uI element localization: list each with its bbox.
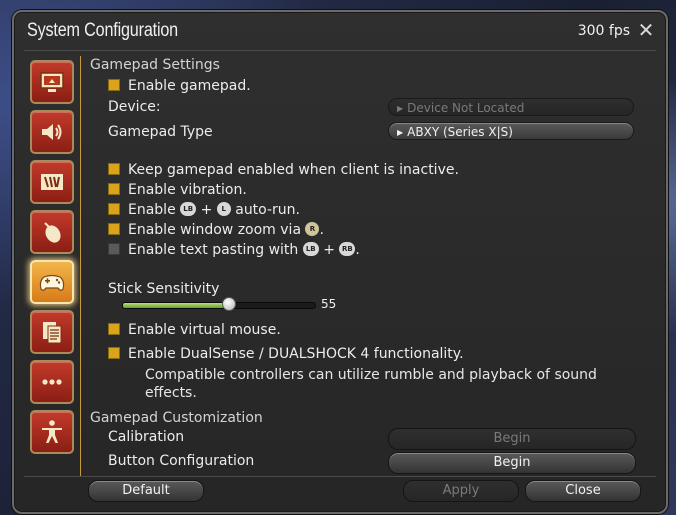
dualsense-note: Compatible controllers can utilize rumbl… xyxy=(145,367,597,401)
monitor-icon xyxy=(40,72,64,92)
sidebar-item-mouse[interactable] xyxy=(30,210,74,254)
gamepad-type-label: Gamepad Type xyxy=(108,124,213,140)
stick-sensitivity-label: Stick Sensitivity xyxy=(108,281,220,297)
dropdown-arrow-icon: ▶ xyxy=(397,104,404,113)
vibration-row[interactable]: Enable vibration. xyxy=(108,182,247,198)
gamepad-settings-heading: Gamepad Settings xyxy=(90,57,220,73)
keep-enabled-checkbox[interactable] xyxy=(108,163,120,175)
sidebar-item-accessibility[interactable] xyxy=(30,410,74,454)
window-zoom-suffix: . xyxy=(319,222,324,238)
gamepad-icon xyxy=(39,274,65,291)
rb-button-icon: RB xyxy=(339,242,356,256)
stick-sensitivity-value: 55 xyxy=(321,297,337,311)
device-dropdown[interactable]: ▶ Device Not Located xyxy=(388,98,634,116)
sidebar-item-sound[interactable] xyxy=(30,110,74,154)
gamepad-settings-panel: Gamepad Settings Enable gamepad. Device:… xyxy=(88,56,656,476)
gamepad-type-dropdown[interactable]: ▶ ABXY (Series X|S) xyxy=(388,122,634,140)
virtual-mouse-checkbox[interactable] xyxy=(108,323,120,335)
plus-symbol: + xyxy=(200,202,213,218)
text-paste-checkbox[interactable] xyxy=(108,243,120,255)
left-stick-icon: L xyxy=(216,202,231,216)
autorun-checkbox[interactable] xyxy=(108,203,120,215)
calibration-label: Calibration xyxy=(108,429,185,445)
title-divider xyxy=(24,50,656,51)
dropdown-arrow-icon: ▶ xyxy=(397,128,404,137)
dualsense-row[interactable]: Enable DualSense / DUALSHOCK 4 functiona… xyxy=(108,346,464,362)
button-configuration-begin-button[interactable]: Begin xyxy=(388,452,636,474)
default-button[interactable]: Default xyxy=(88,480,204,502)
apply-button[interactable]: Apply xyxy=(403,480,519,502)
sidebar-item-display[interactable] xyxy=(30,60,74,104)
enable-gamepad-row[interactable]: Enable gamepad. xyxy=(108,78,251,94)
device-value: Device Not Located xyxy=(407,101,525,115)
mouse-icon xyxy=(44,222,61,243)
stick-sensitivity-slider[interactable] xyxy=(122,302,316,309)
text-paste-suffix: . xyxy=(355,242,360,258)
autorun-suffix: auto-run. xyxy=(235,202,301,218)
fps-counter: 300 fps xyxy=(577,23,630,39)
enable-gamepad-checkbox[interactable] xyxy=(108,79,120,91)
gamepad-customization-heading: Gamepad Customization xyxy=(90,410,263,426)
lb-button-icon: LB xyxy=(180,202,197,216)
virtual-mouse-row[interactable]: Enable virtual mouse. xyxy=(108,322,281,338)
sidebar-item-other[interactable] xyxy=(30,160,74,204)
calibration-begin-button[interactable]: Begin xyxy=(388,428,636,450)
slider-fill xyxy=(123,303,229,308)
text-paste-prefix: Enable text pasting with xyxy=(128,242,299,258)
close-window-icon[interactable]: ✕ xyxy=(635,19,657,41)
ellipsis-icon xyxy=(42,379,62,385)
sidebar-item-system[interactable] xyxy=(30,310,74,354)
sidebar-divider xyxy=(80,56,81,476)
autorun-row[interactable]: Enable LB + L auto-run. xyxy=(108,202,300,218)
sidebar-item-more[interactable] xyxy=(30,360,74,404)
figure-icon xyxy=(42,420,62,443)
dualsense-label: Enable DualSense / DUALSHOCK 4 functiona… xyxy=(128,346,464,362)
document-icon xyxy=(43,322,62,344)
virtual-mouse-label: Enable virtual mouse. xyxy=(128,322,281,338)
autorun-prefix: Enable xyxy=(128,202,176,218)
settings-sidebar xyxy=(30,60,74,460)
right-stick-icon: R xyxy=(305,222,320,236)
window-title: System Configuration xyxy=(27,20,179,41)
button-configuration-label: Button Configuration xyxy=(108,453,255,469)
dualsense-checkbox[interactable] xyxy=(108,347,120,359)
window-zoom-row[interactable]: Enable window zoom via R. xyxy=(108,222,324,238)
card-icon xyxy=(41,174,63,190)
text-paste-row[interactable]: Enable text pasting with LB + RB. xyxy=(108,242,360,258)
sidebar-item-gamepad[interactable] xyxy=(30,260,74,304)
keep-enabled-row[interactable]: Keep gamepad enabled when client is inac… xyxy=(108,162,459,178)
vibration-checkbox[interactable] xyxy=(108,183,120,195)
device-label: Device: xyxy=(108,99,161,115)
slider-thumb[interactable] xyxy=(221,297,236,311)
keep-enabled-label: Keep gamepad enabled when client is inac… xyxy=(128,162,459,178)
vibration-label: Enable vibration. xyxy=(128,182,247,198)
system-configuration-window: System Configuration 300 fps ✕ Gamepad S… xyxy=(12,10,668,514)
enable-gamepad-label: Enable gamepad. xyxy=(128,78,251,94)
window-zoom-checkbox[interactable] xyxy=(108,223,120,235)
footer-divider xyxy=(24,476,656,477)
speaker-icon xyxy=(42,124,62,140)
plus-symbol: + xyxy=(323,242,335,258)
lb-button-icon: LB xyxy=(302,242,319,256)
window-zoom-prefix: Enable window zoom via xyxy=(128,222,302,238)
title-bar: System Configuration 300 fps ✕ xyxy=(14,12,666,50)
gamepad-type-value: ABXY (Series X|S) xyxy=(407,125,513,139)
close-button[interactable]: Close xyxy=(525,480,641,502)
